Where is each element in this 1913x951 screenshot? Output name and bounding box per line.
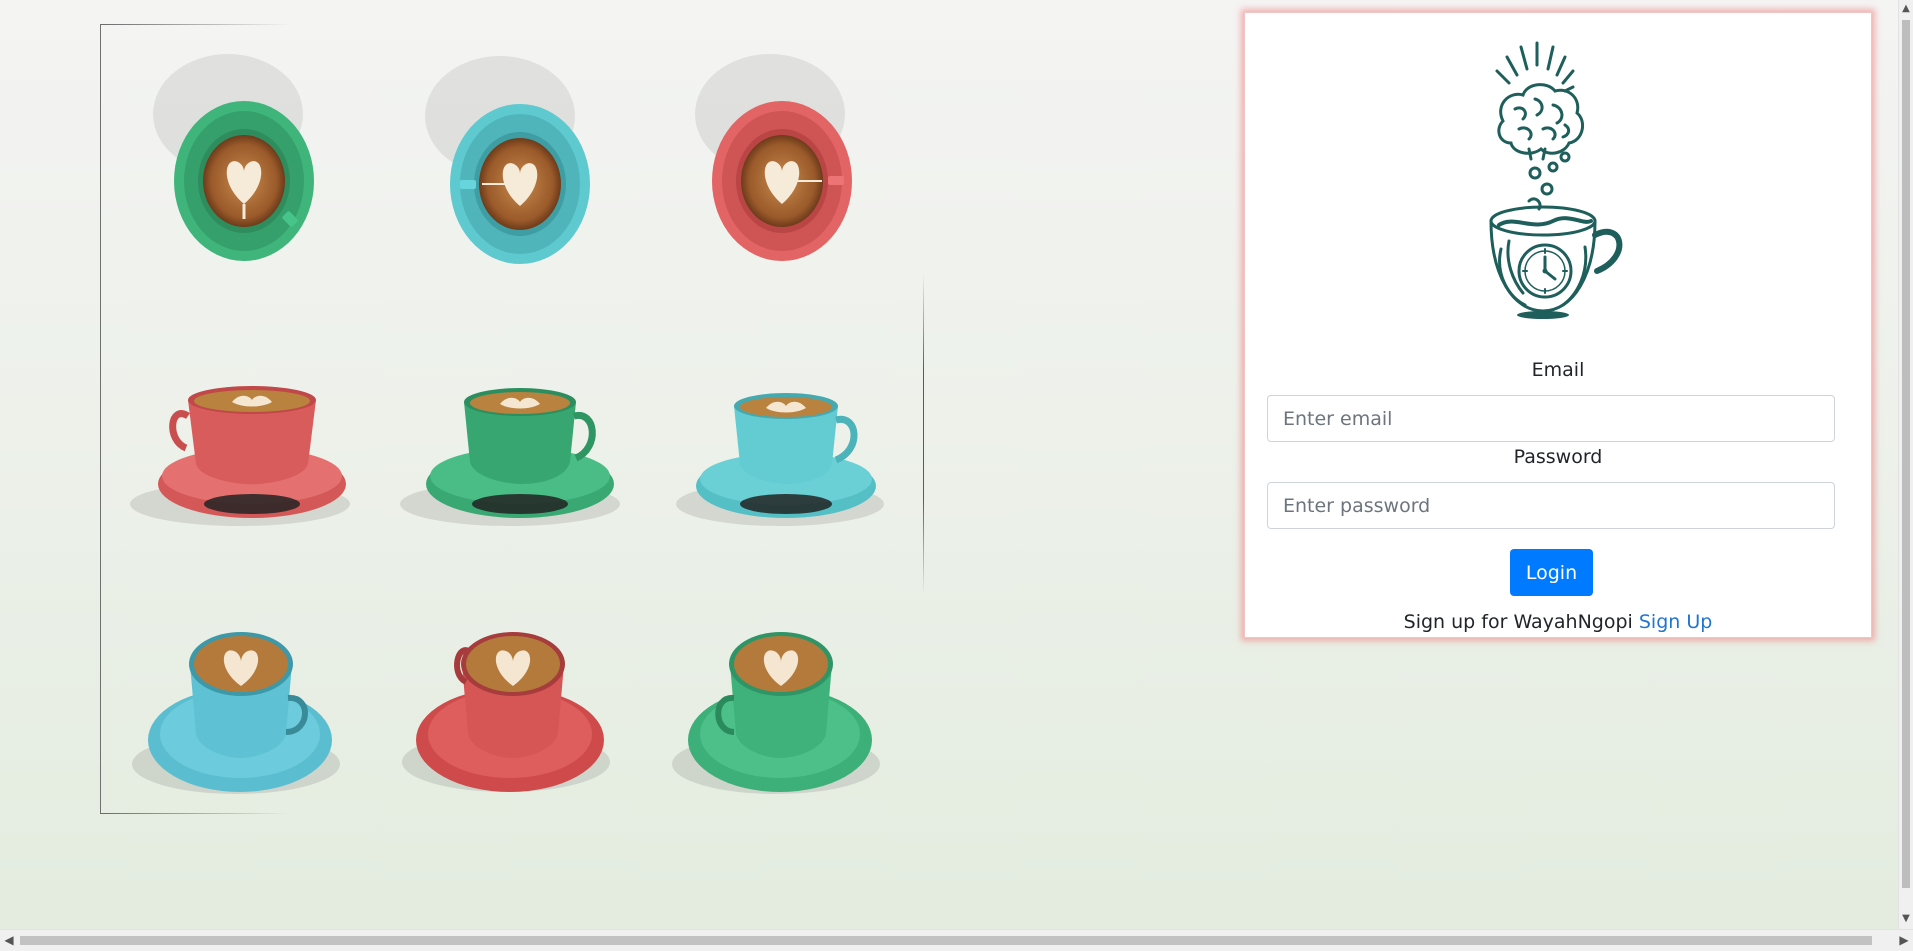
login-card: Email Password Login Sign up for WayahNg… — [1244, 12, 1872, 638]
cup-side-green — [400, 354, 630, 544]
coffee-collage — [100, 24, 924, 814]
vertical-scrollbar[interactable]: ▲ ▼ — [1898, 0, 1913, 930]
vertical-scroll-thumb[interactable] — [1902, 20, 1910, 888]
chevron-left-icon[interactable]: ◀ — [0, 930, 18, 951]
frame-line-left — [100, 24, 101, 814]
frame-line-top — [100, 24, 290, 25]
signup-row: Sign up for WayahNgopi Sign Up — [1245, 611, 1871, 633]
cup-top-green — [153, 44, 348, 284]
cup-angle-red — [400, 612, 630, 812]
cup-side-red — [130, 364, 360, 544]
chevron-right-icon[interactable]: ▶ — [1895, 930, 1913, 951]
chevron-up-icon[interactable]: ▲ — [1899, 2, 1913, 16]
cup-top-red — [695, 44, 890, 284]
signup-link[interactable]: Sign Up — [1639, 611, 1712, 633]
email-label: Email — [1531, 359, 1585, 381]
password-input[interactable] — [1267, 482, 1835, 529]
login-button[interactable]: Login — [1510, 549, 1593, 596]
horizontal-scroll-thumb[interactable] — [20, 936, 1872, 945]
signup-text: Sign up for WayahNgopi — [1403, 611, 1633, 633]
cup-top-teal — [425, 46, 620, 286]
frame-line-right — [923, 274, 924, 594]
password-label: Password — [1513, 446, 1603, 468]
email-input[interactable] — [1267, 395, 1835, 442]
cup-side-teal — [670, 364, 900, 544]
cup-angle-teal — [130, 614, 360, 814]
chevron-down-icon[interactable]: ▼ — [1899, 912, 1913, 926]
brain-coffee-clock-icon — [1473, 25, 1643, 325]
cup-angle-green — [670, 614, 900, 814]
horizontal-scrollbar[interactable]: ◀ ▶ — [0, 929, 1913, 951]
